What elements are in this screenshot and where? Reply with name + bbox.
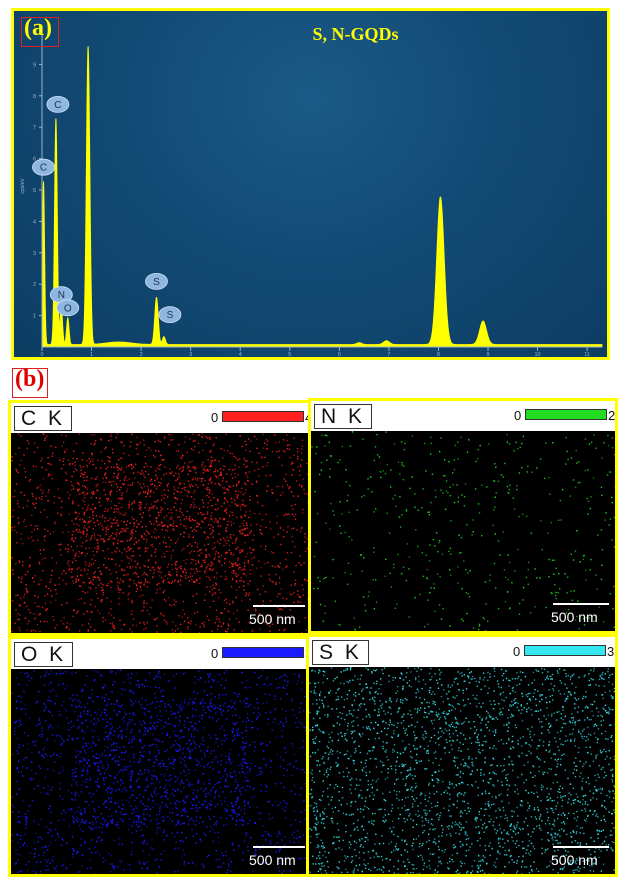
eds-spectrum-chart: 0 1 2 3 4 5 6 7 8 9 10 11123456789cps/eVCCNOSS <box>20 33 603 357</box>
scale-bar <box>253 846 305 848</box>
x-tick-label: 9 <box>486 352 489 357</box>
y-tick-label: 7 <box>33 125 36 131</box>
x-tick-label: 7 <box>387 352 390 357</box>
scale-bar <box>253 605 305 607</box>
intensity-min: 0 <box>513 644 521 659</box>
element-map-n: N K 0 2 500 nm <box>308 398 618 634</box>
intensity-min: 0 <box>211 646 219 661</box>
x-tick-label: 0 <box>40 352 43 357</box>
element-map-o: O K 0 3 500 nm <box>8 636 312 877</box>
element-map-c: C K 0 4 500 nm <box>8 400 312 636</box>
y-tick-label: 9 <box>33 62 36 68</box>
intensity-color-bar <box>525 409 607 420</box>
element-label: N K <box>314 404 373 429</box>
map-image: 500 nm <box>11 433 309 633</box>
map-header: N K 0 2 <box>311 401 615 431</box>
intensity-max: 2 <box>608 408 616 423</box>
map-header: C K 0 4 <box>11 403 309 433</box>
map-header: O K 0 3 <box>11 639 309 669</box>
intensity-min: 0 <box>514 408 522 423</box>
eds-spectrum-panel: (a) S, N-GQDs 0 1 2 3 4 5 6 7 8 9 10 11 1 2 3 4 5 6 7 8 9 cps… <box>11 8 610 360</box>
x-tick-label: 10 <box>535 352 541 357</box>
peak-label: S <box>167 310 174 321</box>
x-tick-label: 2 <box>140 352 143 357</box>
peak-label: C <box>40 163 47 174</box>
y-tick-label: 4 <box>33 219 36 225</box>
element-label: O K <box>14 642 74 667</box>
y-tick-label: 5 <box>33 188 36 194</box>
element-label: S K <box>312 640 369 665</box>
intensity-max: 3 <box>607 644 615 659</box>
spectrum-area <box>41 46 603 348</box>
peak-label: N <box>58 290 65 301</box>
map-image: 500 nm <box>11 669 309 874</box>
panel-label-b: (b) <box>12 366 48 398</box>
intensity-color-bar <box>524 645 606 656</box>
scale-bar-label: 500 nm <box>551 609 598 625</box>
scale-bar <box>553 603 609 605</box>
map-image: 500 nm <box>309 667 615 874</box>
x-tick-label: 4 <box>239 352 242 357</box>
intensity-color-bar <box>222 411 304 422</box>
x-tick-label: 3 <box>189 352 192 357</box>
y-tick-label: 3 <box>33 251 36 257</box>
element-map-s: S K 0 3 500 nm <box>306 634 618 877</box>
peak-label: C <box>54 100 61 111</box>
y-axis-label: cps/eV <box>20 178 26 194</box>
x-tick-label: 11 <box>584 352 590 357</box>
intensity-color-bar <box>222 647 304 658</box>
peak-label: O <box>64 303 72 314</box>
map-image: 500 nm <box>311 431 615 631</box>
scale-bar-label: 500 nm <box>249 611 296 627</box>
element-label: C K <box>14 406 73 431</box>
x-tick-label: 1 <box>90 352 93 357</box>
y-tick-label: 1 <box>33 314 36 320</box>
scale-bar-label: 500 nm <box>249 852 296 868</box>
y-tick-label: 8 <box>33 94 36 100</box>
scale-bar-label: 500 nm <box>551 852 598 868</box>
intensity-min: 0 <box>211 410 219 425</box>
x-tick-label: 5 <box>288 352 291 357</box>
spectrum-title: S, N-GQDs <box>312 24 399 44</box>
x-tick-label: 8 <box>437 352 440 357</box>
y-tick-label: 2 <box>33 282 36 288</box>
x-tick-label: 6 <box>338 352 341 357</box>
map-header: S K 0 3 <box>309 637 615 667</box>
peak-label: S <box>153 277 160 288</box>
scale-bar <box>553 846 609 848</box>
